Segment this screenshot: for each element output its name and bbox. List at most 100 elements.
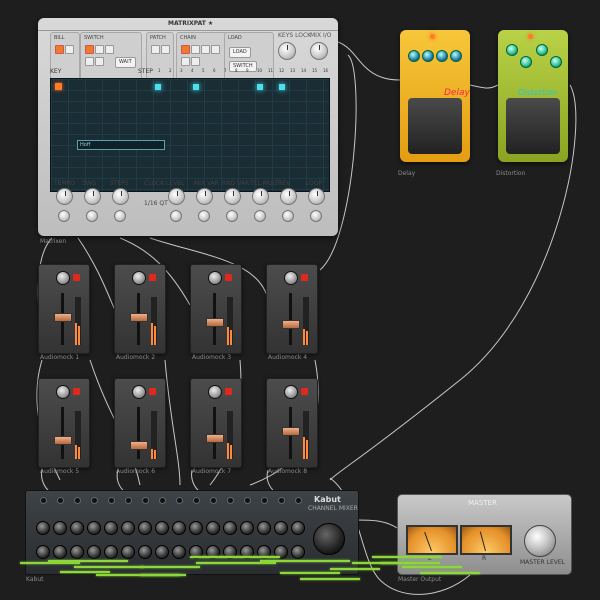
control-knob[interactable] xyxy=(224,188,241,205)
control-knob[interactable] xyxy=(196,188,213,205)
mixer-channel-knob[interactable] xyxy=(274,521,288,535)
control-knob[interactable] xyxy=(168,188,185,205)
mixer-input-jack[interactable] xyxy=(40,497,47,504)
mixer-channel-knob[interactable] xyxy=(36,521,50,535)
mixer-channel-knob[interactable] xyxy=(155,545,169,559)
step-on[interactable] xyxy=(257,84,263,90)
mixer-input-jack[interactable] xyxy=(125,497,132,504)
delay-time-knob[interactable] xyxy=(408,50,420,62)
mixer-channel-knob[interactable] xyxy=(53,521,67,535)
unit-knob[interactable] xyxy=(284,385,298,399)
fine-knob[interactable] xyxy=(86,210,98,222)
unit-knob[interactable] xyxy=(56,271,70,285)
control-knob[interactable] xyxy=(112,188,129,205)
unit-power-button[interactable] xyxy=(73,274,80,281)
unit-power-button[interactable] xyxy=(149,388,156,395)
mixer-channel-knob[interactable] xyxy=(291,521,305,535)
mixer-input-jack[interactable] xyxy=(278,497,285,504)
mixer-input-jack[interactable] xyxy=(295,497,302,504)
control-knob[interactable] xyxy=(56,188,73,205)
mixer-input-jack[interactable] xyxy=(210,497,217,504)
dist-tone-knob[interactable] xyxy=(520,56,532,68)
resolution-label[interactable]: 1/16 QT xyxy=(144,200,168,207)
mixer-input-jack[interactable] xyxy=(108,497,115,504)
mixer-channel-knob[interactable] xyxy=(189,521,203,535)
control-knob[interactable] xyxy=(280,188,297,205)
chain-step-4[interactable] xyxy=(211,45,220,54)
mixer-channel-knob[interactable] xyxy=(87,545,101,559)
mixer-channel-knob[interactable] xyxy=(172,521,186,535)
mixer-channel-knob[interactable] xyxy=(240,521,254,535)
mixer-channel-knob[interactable] xyxy=(155,521,169,535)
mixer-channel-knob[interactable] xyxy=(257,521,271,535)
fine-knob[interactable] xyxy=(226,210,238,222)
mixer-channel-knob[interactable] xyxy=(138,545,152,559)
mixer-channel-knob[interactable] xyxy=(138,521,152,535)
chain-step-1[interactable] xyxy=(181,45,190,54)
mixer-input-jack[interactable] xyxy=(227,497,234,504)
unit-fader[interactable] xyxy=(206,434,224,443)
row-name[interactable]: Hoff xyxy=(77,140,165,150)
unit-power-button[interactable] xyxy=(73,388,80,395)
unit-power-button[interactable] xyxy=(225,388,232,395)
step-on[interactable] xyxy=(155,84,161,90)
mixer-input-jack[interactable] xyxy=(261,497,268,504)
unit-knob[interactable] xyxy=(284,271,298,285)
control-knob[interactable] xyxy=(308,188,325,205)
mixer-input-jack[interactable] xyxy=(176,497,183,504)
switch-step-3[interactable] xyxy=(105,45,114,54)
mixer-channel-knob[interactable] xyxy=(70,545,84,559)
chain-step-2[interactable] xyxy=(191,45,200,54)
fine-knob[interactable] xyxy=(310,210,322,222)
bill-toggle-2[interactable] xyxy=(65,45,74,54)
fine-knob[interactable] xyxy=(58,210,70,222)
unit-knob[interactable] xyxy=(208,271,222,285)
dist-level-knob[interactable] xyxy=(536,44,548,56)
control-knob[interactable] xyxy=(252,188,269,205)
mixer-input-jack[interactable] xyxy=(57,497,64,504)
unit-power-button[interactable] xyxy=(225,274,232,281)
mixer-channel-knob[interactable] xyxy=(87,521,101,535)
unit-fader[interactable] xyxy=(282,427,300,436)
load-button[interactable]: LOAD xyxy=(229,47,251,58)
fine-knob[interactable] xyxy=(282,210,294,222)
unit-fader[interactable] xyxy=(130,313,148,322)
delay-footswitch[interactable] xyxy=(408,98,462,154)
step-grid[interactable]: Hoff xyxy=(50,78,330,192)
wait-button[interactable]: WAIT xyxy=(115,57,136,68)
step-on[interactable] xyxy=(279,84,285,90)
delay-level-knob[interactable] xyxy=(450,50,462,62)
mixer-master-knob[interactable] xyxy=(313,523,345,555)
mixer-input-jack[interactable] xyxy=(74,497,81,504)
unit-fader[interactable] xyxy=(206,318,224,327)
patch-down[interactable] xyxy=(161,45,170,54)
chain-step-6[interactable] xyxy=(191,57,200,66)
fine-knob[interactable] xyxy=(170,210,182,222)
mixer-channel-knob[interactable] xyxy=(104,545,118,559)
mixer-channel-knob[interactable] xyxy=(53,545,67,559)
mixer-channel-knob[interactable] xyxy=(121,545,135,559)
unit-power-button[interactable] xyxy=(301,388,308,395)
mixer-channel-knob[interactable] xyxy=(223,521,237,535)
dist-range-knob[interactable] xyxy=(550,56,562,68)
unit-power-button[interactable] xyxy=(301,274,308,281)
unit-knob[interactable] xyxy=(56,385,70,399)
fine-knob[interactable] xyxy=(254,210,266,222)
unit-fader[interactable] xyxy=(54,313,72,322)
unit-fader[interactable] xyxy=(130,441,148,450)
chain-step-3[interactable] xyxy=(201,45,210,54)
unit-fader[interactable] xyxy=(282,320,300,329)
mixer-input-jack[interactable] xyxy=(142,497,149,504)
patch-up[interactable] xyxy=(151,45,160,54)
mixer-channel-knob[interactable] xyxy=(36,545,50,559)
mixer-channel-knob[interactable] xyxy=(206,521,220,535)
unit-fader[interactable] xyxy=(54,436,72,445)
fine-knob[interactable] xyxy=(114,210,126,222)
mixer-channel-knob[interactable] xyxy=(104,521,118,535)
distortion-footswitch[interactable] xyxy=(506,98,560,154)
mixer-input-jack[interactable] xyxy=(244,497,251,504)
control-knob[interactable] xyxy=(84,188,101,205)
unit-power-button[interactable] xyxy=(149,274,156,281)
fine-knob[interactable] xyxy=(198,210,210,222)
mixer-channel-knob[interactable] xyxy=(172,545,186,559)
